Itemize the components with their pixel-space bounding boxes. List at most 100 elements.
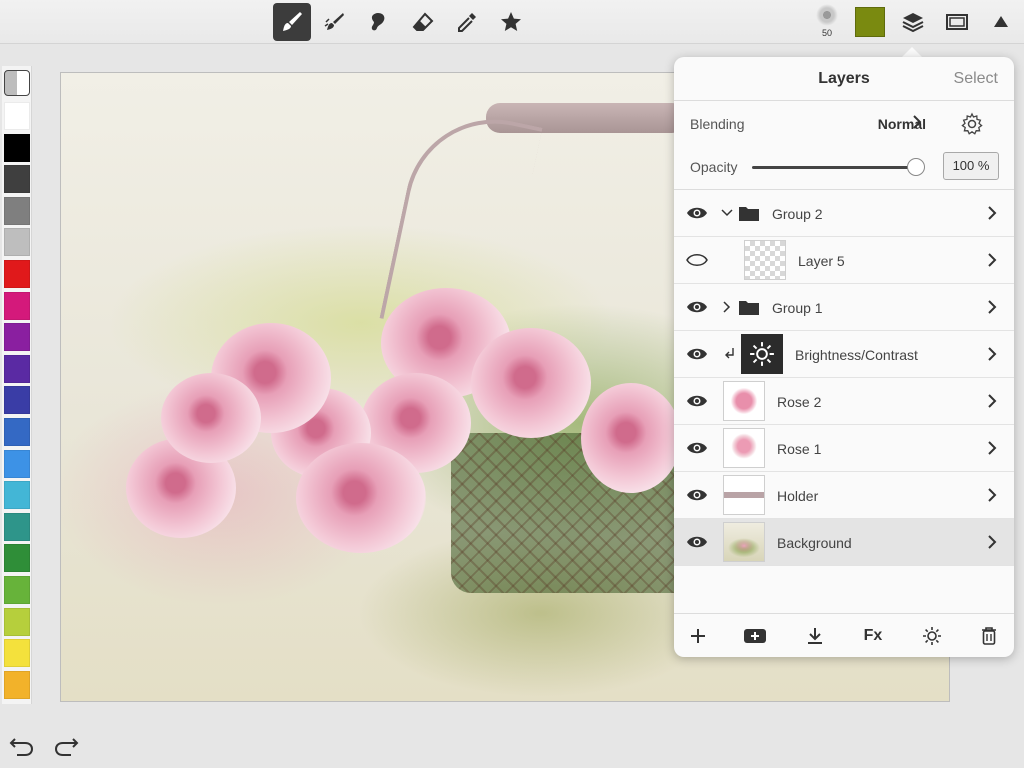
color-swatch[interactable] [3, 639, 30, 668]
layer-thumbnail [723, 522, 765, 562]
eye-icon[interactable] [686, 439, 708, 457]
chevron-right-icon[interactable] [986, 393, 998, 409]
color-swatch[interactable] [3, 544, 30, 573]
color-swatch[interactable] [3, 386, 30, 415]
layer-row[interactable]: Rose 2 [674, 378, 1014, 425]
brightness-adjustment-thumbnail [741, 334, 783, 374]
adjustments-button[interactable] [920, 624, 944, 648]
chevron-right-icon[interactable] [986, 534, 998, 550]
layer-row[interactable]: Layer 5 [674, 237, 1014, 284]
color-swatch[interactable] [3, 670, 30, 699]
opacity-value-field[interactable]: 100 % [943, 152, 999, 180]
layer-list: Group 2 Layer 5 Group 1 Brightness/Contrast… [674, 190, 1014, 566]
layers-button[interactable] [894, 3, 932, 41]
undo-icon [9, 738, 34, 756]
current-color-swatch[interactable] [855, 7, 885, 37]
eraser-tool-button[interactable] [404, 3, 442, 41]
eye-icon[interactable] [686, 533, 708, 551]
paintbrush-tool-button[interactable] [273, 3, 311, 41]
eye-icon[interactable] [686, 486, 708, 504]
layer-name: Layer 5 [798, 253, 845, 269]
star-icon [501, 12, 521, 31]
layer-row[interactable]: Group 2 [674, 190, 1014, 237]
color-swatch[interactable] [3, 449, 30, 478]
blending-label: Blending [690, 116, 745, 132]
gear-icon[interactable] [960, 112, 984, 136]
layer-thumbnail [723, 475, 765, 515]
top-toolbar: 50 [0, 0, 1024, 44]
import-layer-button[interactable] [803, 624, 827, 648]
blending-row[interactable]: Blending Normal [674, 101, 1014, 145]
rose-artwork [581, 383, 681, 493]
opacity-slider-track[interactable] [752, 166, 916, 169]
canvas-view-button[interactable] [938, 3, 976, 41]
eye-icon[interactable] [686, 345, 708, 363]
color-swatch[interactable] [3, 417, 30, 446]
add-layer-button[interactable] [686, 624, 710, 648]
rose-artwork [161, 373, 261, 463]
layer-thumbnail [723, 381, 765, 421]
eye-icon[interactable] [686, 298, 708, 316]
color-swatch[interactable] [3, 481, 30, 510]
layer-row[interactable]: Group 1 [674, 284, 1014, 331]
chevron-right-icon[interactable] [986, 205, 998, 221]
smudge-tool-button[interactable] [316, 3, 354, 41]
add-group-icon [744, 629, 766, 643]
eyedropper-icon [458, 13, 476, 32]
color-swatch[interactable] [3, 196, 30, 225]
eyedropper-tool-button[interactable] [448, 3, 486, 41]
color-swatch[interactable] [3, 512, 30, 541]
trash-icon [982, 627, 996, 645]
chevron-right-icon[interactable] [986, 487, 998, 503]
layer-row[interactable]: Background [674, 519, 1014, 566]
layer-name: Brightness/Contrast [795, 347, 918, 363]
chevron-down-icon[interactable] [721, 206, 733, 220]
rose-artwork [471, 328, 591, 438]
select-layers-button[interactable]: Select [954, 70, 998, 88]
chevron-right-icon[interactable] [986, 346, 998, 362]
layer-row[interactable]: Rose 1 [674, 425, 1014, 472]
layer-name: Rose 2 [777, 394, 822, 410]
fx-button[interactable]: Fx [861, 624, 885, 648]
undo-button[interactable] [8, 732, 36, 760]
color-swatches [2, 102, 31, 699]
color-swatch[interactable] [3, 228, 30, 257]
chevron-right-icon[interactable] [986, 299, 998, 315]
brightness-icon [923, 627, 941, 645]
lasso-tool-button[interactable] [359, 3, 397, 41]
redo-button[interactable] [52, 732, 80, 760]
download-icon [808, 628, 822, 644]
layer-row[interactable]: Brightness/Contrast [674, 331, 1014, 378]
favorites-tool-button[interactable] [492, 3, 530, 41]
eye-icon[interactable] [686, 204, 708, 222]
eye-icon[interactable] [686, 392, 708, 410]
chevron-right-icon[interactable] [986, 252, 998, 268]
redo-icon [54, 738, 79, 756]
layers-panel: Layers Select Blending Normal Opacity 10… [674, 57, 1014, 657]
add-group-button[interactable] [743, 624, 767, 648]
smudge-brush-icon [324, 13, 344, 30]
color-swatch[interactable] [3, 323, 30, 352]
brush-size-value: 50 [821, 28, 832, 38]
color-swatch[interactable] [3, 354, 30, 383]
layer-row[interactable]: Holder [674, 472, 1014, 519]
color-swatch[interactable] [3, 102, 30, 130]
brush-size-indicator[interactable]: 50 [812, 4, 842, 42]
chevron-right-icon[interactable] [986, 440, 998, 456]
plus-icon [691, 629, 705, 643]
color-swatch[interactable] [3, 133, 30, 162]
color-swatch[interactable] [3, 165, 30, 194]
layers-panel-header: Layers Select [674, 57, 1014, 101]
color-swatch[interactable] [3, 575, 30, 604]
triangle-up-icon [994, 16, 1008, 27]
color-swatch[interactable] [3, 607, 30, 636]
color-swatch[interactable] [3, 259, 30, 288]
swap-colors-icon[interactable] [3, 70, 30, 96]
collapse-toolbar-button[interactable] [982, 3, 1020, 41]
delete-layer-button[interactable] [977, 624, 1001, 648]
color-swatch[interactable] [3, 291, 30, 320]
eye-hidden-icon[interactable] [686, 251, 708, 269]
layers-panel-footer: Fx [674, 613, 1014, 657]
opacity-slider-knob[interactable] [907, 158, 925, 176]
chevron-right-icon[interactable] [721, 300, 733, 314]
